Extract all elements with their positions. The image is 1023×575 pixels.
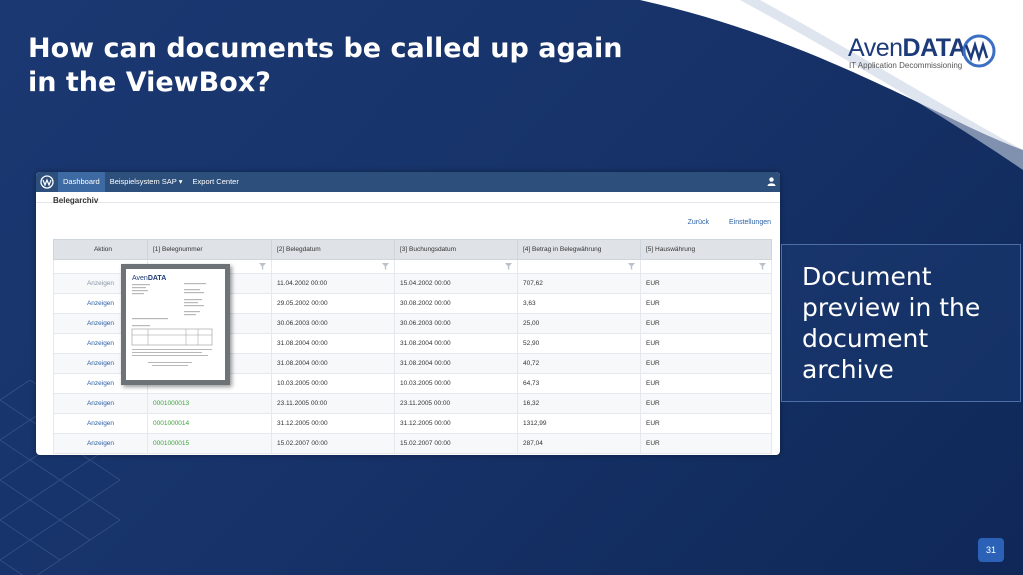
nav-dashboard[interactable]: Dashboard — [58, 172, 105, 192]
cell-betrag: 40,72 — [517, 353, 641, 374]
cell-buchungsdatum: 31.08.2004 00:00 — [394, 353, 518, 374]
callout-text: Document preview in the document archive — [802, 262, 981, 384]
logo-tagline: IT Application Decommissioning — [849, 61, 963, 70]
filter-cell[interactable] — [394, 259, 518, 274]
cell-belegnummer: 0001000013 — [147, 393, 272, 414]
cell-hauswaehrung: EUR — [640, 293, 772, 314]
chevron-down-icon: ▾ — [178, 177, 183, 186]
preview-logo-bold: DATA — [148, 275, 166, 282]
cell-betrag: 3,63 — [517, 293, 641, 314]
cell-belegdatum: 29.05.2002 00:00 — [271, 293, 395, 314]
show-document-link[interactable]: Anzeigen — [53, 433, 148, 454]
viewbox-logo-icon[interactable] — [39, 174, 55, 190]
cell-buchungsdatum: 15.02.2007 00:00 — [394, 433, 518, 454]
page-number-badge: 31 — [978, 538, 1004, 562]
cell-hauswaehrung: EUR — [640, 393, 772, 414]
filter-icon[interactable] — [628, 263, 635, 270]
show-document-link[interactable]: Anzeigen — [53, 393, 148, 414]
app-navbar: Dashboard Beispielsystem SAP ▾ Export Ce… — [36, 172, 780, 192]
filter-icon[interactable] — [382, 263, 389, 270]
cell-hauswaehrung: EUR — [640, 433, 772, 454]
avendata-logo: AvenDATA IT Application Decommissioning — [848, 34, 998, 74]
cell-betrag: 52,90 — [517, 333, 641, 354]
nav-system-dropdown[interactable]: Beispielsystem SAP ▾ — [105, 172, 188, 192]
cell-hauswaehrung: EUR — [640, 373, 772, 394]
cell-belegdatum: 31.12.2005 00:00 — [271, 413, 395, 434]
cell-belegdatum: 10.03.2005 00:00 — [271, 373, 395, 394]
cell-belegdatum: 15.02.2007 00:00 — [271, 433, 395, 454]
nav-system-label: Beispielsystem SAP — [109, 177, 177, 186]
logo-bold: DATA — [902, 34, 967, 62]
cell-hauswaehrung: EUR — [640, 313, 772, 334]
cell-buchungsdatum: 30.08.2002 00:00 — [394, 293, 518, 314]
table-row: Anzeigen 0001000014 31.12.2005 00:00 31.12.… — [53, 413, 772, 434]
callout-box: Document preview in the document archive — [781, 244, 1021, 402]
cell-hauswaehrung: EUR — [640, 353, 772, 374]
page-title: Belegarchiv — [53, 196, 99, 205]
cell-buchungsdatum: 31.08.2004 00:00 — [394, 333, 518, 354]
cell-betrag: 25,00 — [517, 313, 641, 334]
cell-hauswaehrung: EUR — [640, 413, 772, 434]
svg-text:AvenDATA: AvenDATA — [132, 275, 166, 282]
slide-title: How can documents be called up again in … — [28, 33, 623, 98]
filter-icon[interactable] — [259, 263, 266, 270]
show-document-link[interactable]: Anzeigen — [53, 413, 148, 434]
top-links: Zurück Einstellungen — [670, 219, 771, 226]
column-header-aktion[interactable]: Aktion — [53, 239, 148, 260]
settings-link[interactable]: Einstellungen — [729, 219, 771, 226]
cell-hauswaehrung: EUR — [640, 273, 772, 294]
cell-belegdatum: 31.08.2004 00:00 — [271, 353, 395, 374]
avendata-waves-icon — [962, 34, 996, 68]
cell-betrag: 287,04 — [517, 433, 641, 454]
user-icon[interactable] — [767, 176, 776, 188]
document-preview-image: AvenDATA — [126, 269, 225, 380]
column-header-belegdatum[interactable]: [2] Belegdatum — [271, 239, 395, 260]
cell-hauswaehrung: EUR — [640, 333, 772, 354]
table-row: Anzeigen 0001000013 23.11.2005 00:00 23.11.… — [53, 393, 772, 414]
filter-cell[interactable] — [640, 259, 772, 274]
column-header-buchungsdatum[interactable]: [3] Buchungsdatum — [394, 239, 518, 260]
cell-belegdatum: 30.06.2003 00:00 — [271, 313, 395, 334]
table-header-row: Aktion [1] Belegnummer [2] Belegdatum [3… — [53, 239, 772, 260]
cell-buchungsdatum: 15.04.2002 00:00 — [394, 273, 518, 294]
cell-buchungsdatum: 31.12.2005 00:00 — [394, 413, 518, 434]
table-row: Anzeigen 0001000015 15.02.2007 00:00 15.02.… — [53, 433, 772, 454]
column-header-hauswaehrung[interactable]: [5] Hauswährung — [640, 239, 772, 260]
logo-wordmark: AvenDATA — [848, 34, 967, 63]
cell-belegdatum: 31.08.2004 00:00 — [271, 333, 395, 354]
cell-belegdatum: 11.04.2002 00:00 — [271, 273, 395, 294]
logo-prefix: Aven — [848, 34, 903, 62]
cell-buchungsdatum: 30.06.2003 00:00 — [394, 313, 518, 334]
cell-betrag: 1312,99 — [517, 413, 641, 434]
filter-icon[interactable] — [759, 263, 766, 270]
cell-betrag: 64,73 — [517, 373, 641, 394]
document-preview-popup: AvenDATA — [121, 264, 230, 385]
filter-icon[interactable] — [505, 263, 512, 270]
column-header-betrag[interactable]: [4] Betrag in Belegwährung — [517, 239, 641, 260]
back-link[interactable]: Zurück — [688, 219, 709, 226]
cell-buchungsdatum: 23.11.2005 00:00 — [394, 393, 518, 414]
column-header-belegnummer[interactable]: [1] Belegnummer — [147, 239, 272, 260]
viewbox-app-screenshot: Dashboard Beispielsystem SAP ▾ Export Ce… — [36, 172, 780, 455]
cell-belegdatum: 23.11.2005 00:00 — [271, 393, 395, 414]
cell-belegnummer: 0001000014 — [147, 413, 272, 434]
cell-betrag: 16,32 — [517, 393, 641, 414]
nav-export-center[interactable]: Export Center — [188, 172, 244, 192]
cell-betrag: 707,62 — [517, 273, 641, 294]
filter-cell[interactable] — [517, 259, 641, 274]
filter-cell[interactable] — [271, 259, 395, 274]
content-divider — [36, 202, 780, 203]
preview-logo-prefix: Aven — [132, 275, 148, 282]
cell-belegnummer: 0001000015 — [147, 433, 272, 454]
cell-buchungsdatum: 10.03.2005 00:00 — [394, 373, 518, 394]
